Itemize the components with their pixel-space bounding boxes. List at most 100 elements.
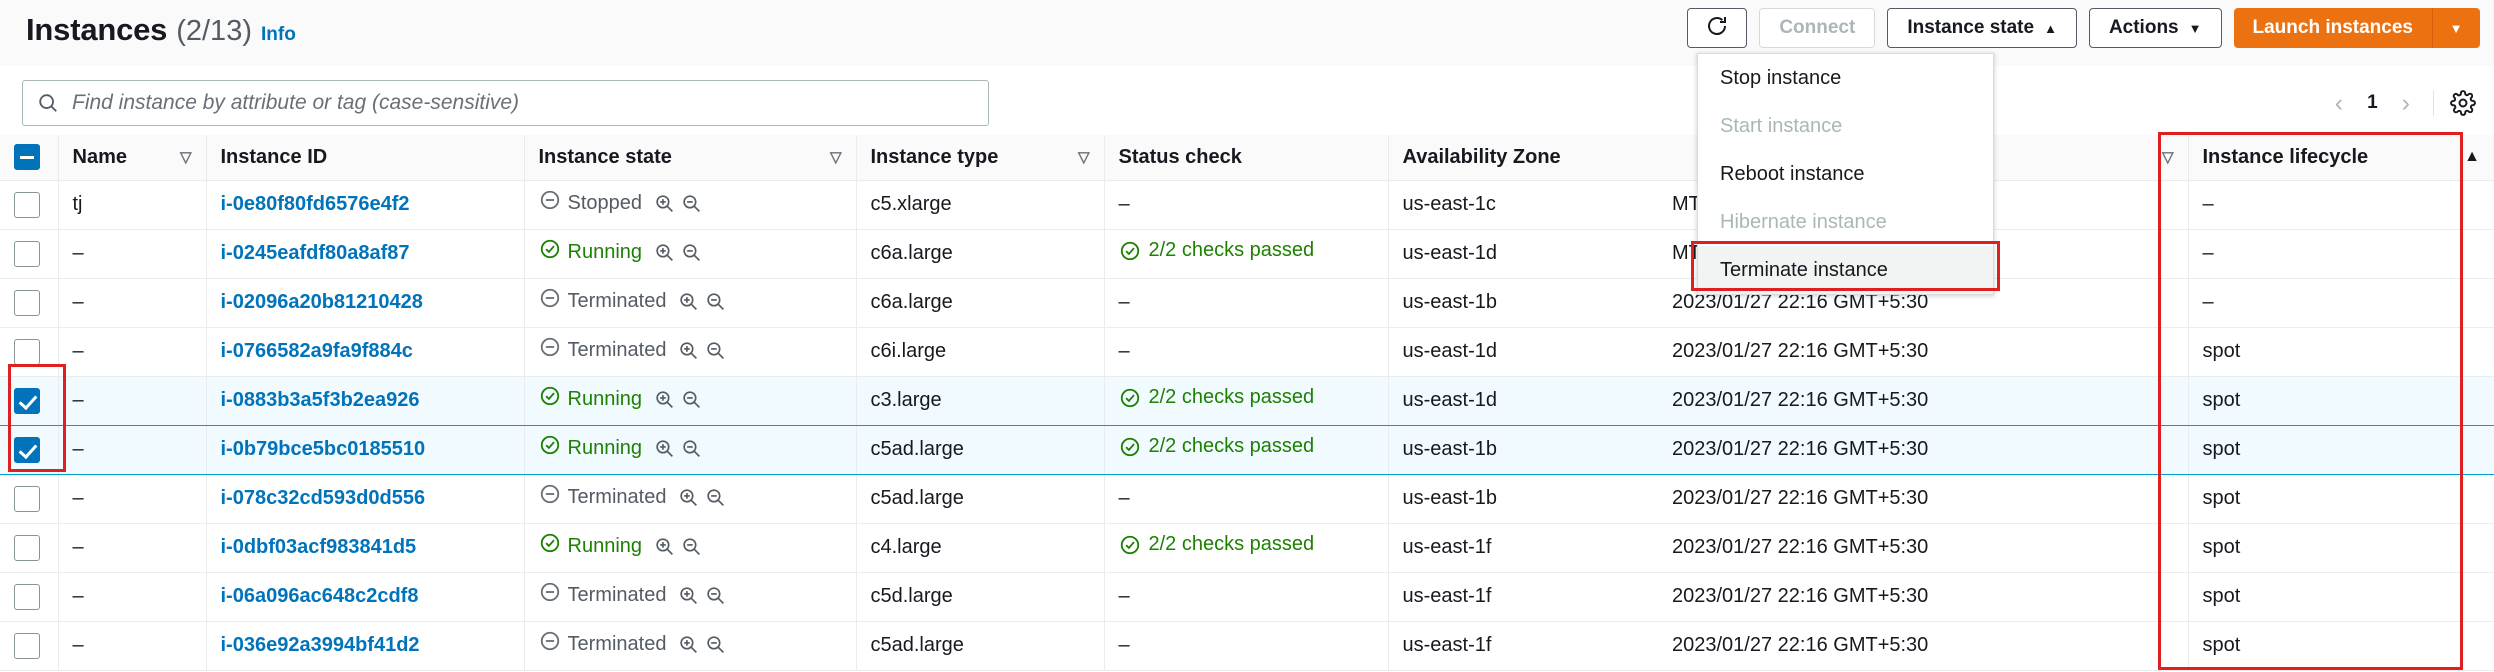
status-check-label: 2/2 checks passed [1148,386,1315,409]
instance-state-dropdown-button[interactable]: Instance state ▲ [1887,8,2077,48]
instance-id-link[interactable]: i-0766582a9fa9f884c [221,340,413,362]
row-zoom-controls[interactable] [654,242,702,269]
launch-instances-button[interactable]: Launch instances [2233,8,2432,48]
zoom-in-icon[interactable] [654,242,675,269]
zoom-out-icon[interactable] [681,438,702,465]
instance-id-link[interactable]: i-0883b3a5f3b2ea926 [221,389,420,411]
zoom-in-icon[interactable] [678,340,699,367]
zoom-out-icon[interactable] [705,487,726,514]
zoom-in-icon[interactable] [654,389,675,416]
instance-id-link[interactable]: i-0dbf03acf983841d5 [221,536,417,558]
row-zoom-controls[interactable] [654,438,702,465]
row-select-cell [0,523,58,573]
menu-item-terminate-instance[interactable]: Terminate instance [1698,246,1993,294]
zoom-out-icon[interactable] [681,536,702,563]
table-row[interactable]: – i-02096a20b81210428 Terminated c6a.large –… [0,278,2494,328]
zoom-in-icon[interactable] [678,487,699,514]
zoom-out-icon[interactable] [705,634,726,661]
row-select-cell [0,474,58,524]
row-checkbox[interactable] [14,387,40,414]
zoom-in-icon[interactable] [678,585,699,612]
instance-id-link[interactable]: i-0b79bce5bc0185510 [221,438,426,460]
table-row[interactable]: – i-078c32cd593d0d556 Terminated c5ad.large… [0,474,2494,524]
zoom-in-icon[interactable] [654,438,675,465]
instance-id-link[interactable]: i-06a096ac648c2cdf8 [221,585,419,607]
column-header-instance-state[interactable]: Instance state ▽ [523,135,856,181]
zoom-in-icon[interactable] [678,634,699,661]
status-check-label: – [1118,193,1130,215]
row-checkbox[interactable] [14,632,40,659]
row-zoom-controls[interactable] [678,487,726,514]
cell-instance-lifecycle: spot [2187,424,2494,475]
zoom-out-icon[interactable] [681,193,702,220]
row-checkbox[interactable] [14,240,40,267]
column-header-availability-zone[interactable]: Availability Zone [1387,135,1658,181]
select-all-checkbox[interactable] [14,144,40,171]
info-link[interactable]: Info [261,24,296,46]
next-page-button[interactable]: › [2395,89,2417,118]
row-checkbox[interactable] [14,289,40,316]
table-row[interactable]: tj i-0e80f80fd6576e4f2 Stopped c5.xlarge – us… [0,180,2494,230]
zoom-out-icon[interactable] [681,389,702,416]
prev-page-button[interactable]: ‹ [2328,89,2350,118]
row-zoom-controls[interactable] [678,340,726,367]
zoom-in-icon[interactable] [654,536,675,563]
table-row[interactable]: – i-0b79bce5bc0185510 Running c5ad.large 2/2… [0,424,2494,475]
table-row[interactable]: – i-0dbf03acf983841d5 Running c4.large 2/2 c… [0,523,2494,573]
table-row[interactable]: – i-0766582a9fa9f884c Terminated c6i.large –… [0,327,2494,377]
cell-instance-id: i-0883b3a5f3b2ea926 [205,375,524,426]
cell-instance-state: Running [523,424,856,475]
instance-id-link[interactable]: i-036e92a3994bf41d2 [221,634,420,656]
instance-state-badge: Terminated [539,581,666,609]
row-zoom-controls[interactable] [654,536,702,563]
row-zoom-controls[interactable] [678,585,726,612]
zoom-out-icon[interactable] [705,340,726,367]
page-number[interactable]: 1 [2360,92,2385,114]
column-header-instance-id[interactable]: Instance ID [205,135,524,181]
cell-status-check: – [1103,474,1388,524]
row-select-cell [0,375,58,426]
row-checkbox[interactable] [14,338,40,365]
actions-dropdown-button[interactable]: Actions ▼ [2088,8,2222,48]
zoom-out-icon[interactable] [705,291,726,318]
column-label: Instance ID [220,145,328,168]
column-header-status-check[interactable]: Status check [1103,135,1388,181]
cell-name: – [57,229,206,279]
zoom-out-icon[interactable] [705,585,726,612]
row-checkbox[interactable] [14,191,40,218]
menu-item-stop-instance[interactable]: Stop instance [1698,54,1993,102]
cell-instance-type: c6a.large [855,229,1104,279]
zoom-in-icon[interactable] [678,291,699,318]
table-row[interactable]: – i-0883b3a5f3b2ea926 Running c3.large 2/2 c… [0,375,2494,426]
launch-instances-caret-button[interactable]: ▼ [2432,8,2480,48]
row-zoom-controls[interactable] [654,193,702,220]
search-input[interactable]: Find instance by attribute or tag (case-… [22,80,989,126]
settings-gear-icon[interactable] [2450,90,2476,116]
menu-item-reboot-instance[interactable]: Reboot instance [1698,150,1993,198]
row-zoom-controls[interactable] [654,389,702,416]
cell-launch-time: 2023/01/27 22:16 GMT+5:30 [1658,474,2188,524]
zoom-in-icon[interactable] [654,193,675,220]
row-zoom-controls[interactable] [678,291,726,318]
column-header-instance-lifecycle[interactable]: Instance lifecycle ▲ [2187,135,2494,181]
sort-icon: ▽ [179,149,192,167]
row-checkbox[interactable] [14,534,40,561]
row-checkbox[interactable] [14,436,40,463]
actions-label: Actions [2108,17,2179,38]
instance-id-link[interactable]: i-0e80f80fd6576e4f2 [221,193,410,215]
row-zoom-controls[interactable] [678,634,726,661]
column-header-instance-type[interactable]: Instance type ▽ [855,135,1104,181]
refresh-button[interactable] [1687,8,1748,48]
zoom-out-icon[interactable] [681,242,702,269]
table-row[interactable]: – i-06a096ac648c2cdf8 Terminated c5d.large –… [0,572,2494,622]
row-checkbox[interactable] [14,583,40,610]
table-row[interactable]: – i-036e92a3994bf41d2 Terminated c5ad.large… [0,621,2494,671]
column-header-name[interactable]: Name ▽ [57,135,206,181]
instance-id-link[interactable]: i-078c32cd593d0d556 [221,487,426,509]
cell-launch-time: 2023/01/27 22:16 GMT+5:30 [1658,424,2188,475]
row-checkbox[interactable] [14,485,40,512]
table-row[interactable]: – i-0245eafdf80a8af87 Running c6a.large 2/2 … [0,229,2494,279]
connect-button[interactable]: Connect [1759,8,1876,48]
instance-id-link[interactable]: i-02096a20b81210428 [221,291,423,313]
instance-id-link[interactable]: i-0245eafdf80a8af87 [221,242,410,264]
